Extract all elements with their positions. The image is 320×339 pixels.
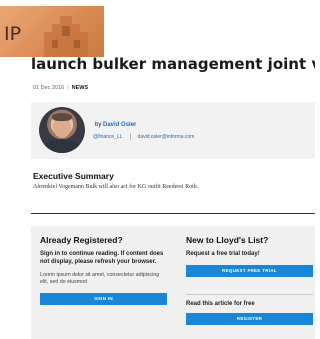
author-byline: by David Osler bbox=[95, 122, 136, 128]
author-email-link[interactable]: david.osler@informa.com bbox=[138, 134, 195, 140]
trial-text: Request a free trial today! bbox=[186, 251, 260, 257]
registered-column: Already Registered? Sign in to continue … bbox=[40, 235, 168, 305]
author-links-divider bbox=[129, 133, 131, 140]
author-avatar bbox=[39, 107, 85, 153]
article-headline: launch bulker management joint venture bbox=[31, 57, 315, 73]
request-trial-button[interactable]: REQUEST FREE TRIAL bbox=[186, 265, 313, 277]
new-user-column: New to Lloyd's List? Request a free tria… bbox=[186, 235, 313, 325]
register-button[interactable]: REGISTER bbox=[186, 313, 313, 325]
summary-text: Ahrenkiel Vogemann Bulk will also act fo… bbox=[33, 184, 199, 190]
author-name-link[interactable]: David Osler bbox=[103, 122, 136, 128]
summary-title: Executive Summary bbox=[33, 171, 114, 181]
paywall-box: Already Registered? Sign in to continue … bbox=[31, 226, 315, 339]
avatar-hair bbox=[52, 113, 72, 121]
section-divider bbox=[31, 213, 315, 214]
article-meta: 01 Dec 2016 | NEWS bbox=[33, 85, 88, 91]
author-by-prefix: by bbox=[95, 122, 102, 128]
sign-in-button[interactable]: SIGN IN bbox=[40, 293, 167, 305]
logo-text: IP bbox=[4, 23, 22, 45]
logo[interactable]: IP bbox=[0, 6, 104, 57]
registered-title: Already Registered? bbox=[40, 235, 123, 245]
meta-separator: | bbox=[67, 85, 69, 91]
article-date: 01 Dec 2016 bbox=[33, 85, 65, 91]
read-free-text: Read this article for free bbox=[186, 301, 255, 307]
avatar-body bbox=[43, 139, 81, 153]
author-links: @finance_LL david.osler@informa.com bbox=[93, 133, 194, 140]
registered-description: Sign in to continue reading. If content … bbox=[40, 251, 164, 265]
logo-building-icon bbox=[44, 16, 88, 57]
author-twitter-link[interactable]: @finance_LL bbox=[93, 134, 123, 140]
read-divider bbox=[186, 294, 313, 295]
author-box: by David Osler @finance_LL david.osler@in… bbox=[31, 102, 315, 159]
registered-lorem: Lorem ipsum dolor sit amet, consectetur … bbox=[40, 272, 160, 285]
article-category[interactable]: NEWS bbox=[72, 85, 89, 91]
new-user-title: New to Lloyd's List? bbox=[186, 235, 269, 245]
